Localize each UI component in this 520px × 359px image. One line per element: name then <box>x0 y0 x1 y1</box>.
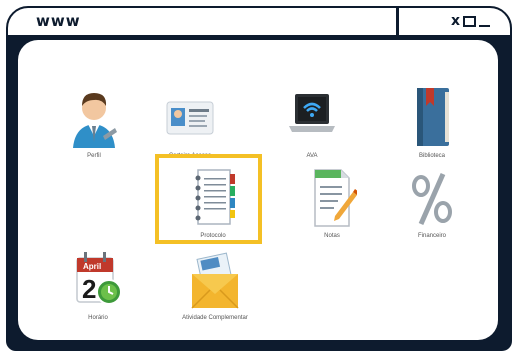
title-bar: www x <box>8 8 510 38</box>
window-title: www <box>36 12 81 30</box>
app-label: AVA <box>306 153 318 159</box>
document-pencil-icon <box>314 169 357 227</box>
app-label: Atividade Complementar <box>182 315 248 321</box>
app-label: Notas <box>324 233 340 239</box>
app-atividade-complementar[interactable]: Atividade Complementar <box>165 248 265 344</box>
calendar-clock-icon: April 2 <box>76 252 122 305</box>
percent-icon <box>412 172 452 226</box>
selection-highlight <box>155 154 262 244</box>
laptop-wifi-icon <box>289 94 335 132</box>
calendar-day: 2 <box>82 274 96 304</box>
app-label: Biblioteca <box>418 153 445 159</box>
app-notas[interactable]: Notas <box>282 166 382 262</box>
id-card-icon <box>166 101 214 135</box>
user-avatar-icon <box>73 93 117 148</box>
app-label: Perfil <box>87 153 101 159</box>
app-perfil[interactable]: Perfil <box>44 86 144 182</box>
app-financeiro[interactable]: Financeiro <box>382 166 482 262</box>
title-divider <box>396 8 399 36</box>
window-controls: x <box>451 13 490 29</box>
app-label: Financeiro <box>417 233 446 239</box>
app-label: Horário <box>88 315 108 321</box>
calendar-month: April <box>83 262 101 271</box>
maximize-button[interactable] <box>463 16 476 27</box>
close-button[interactable]: x <box>451 13 460 29</box>
book-icon <box>417 88 449 146</box>
minimize-button[interactable] <box>479 25 490 27</box>
envelope-icon <box>191 252 239 309</box>
app-horario[interactable]: April 2 Horário <box>48 248 148 344</box>
